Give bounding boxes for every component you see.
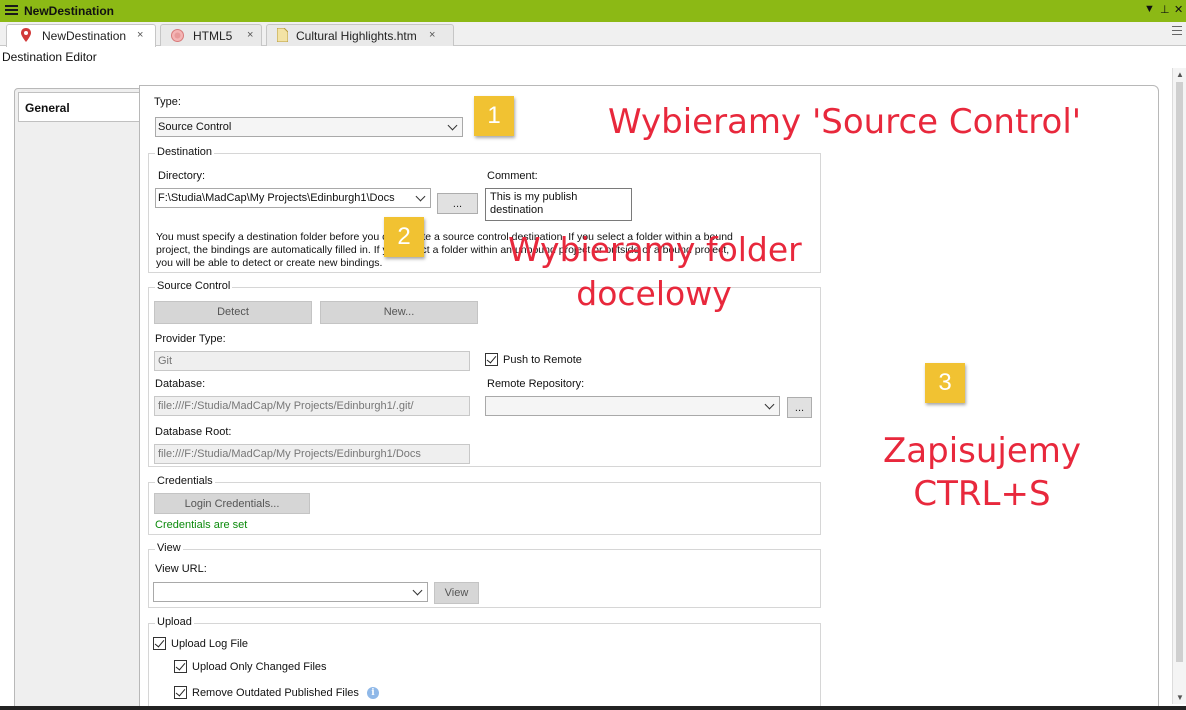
detect-button[interactable]: Detect (154, 301, 312, 324)
window-title: NewDestination (24, 4, 115, 18)
annotation-step-3-line: Zapisujemy (882, 431, 1082, 471)
remove-outdated-checkbox[interactable] (174, 686, 187, 699)
annotation-step-1: Wybieramy 'Source Control' (608, 102, 1082, 142)
database-label: Database: (155, 378, 206, 390)
tab-list-icon[interactable] (1172, 26, 1182, 40)
push-to-remote-checkbox[interactable] (485, 353, 498, 366)
tab-close-icon[interactable]: × (429, 29, 435, 41)
annotation-step-3: Zapisujemy CTRL+S (880, 430, 1084, 516)
hamburger-menu-icon[interactable] (5, 5, 18, 16)
push-to-remote-label: Push to Remote (503, 354, 582, 366)
provider-type-field: Git (154, 351, 470, 371)
comment-label: Comment: (487, 170, 538, 182)
view-url-select[interactable] (153, 582, 428, 602)
tab-close-icon[interactable]: × (247, 29, 253, 41)
scrollbar-thumb[interactable] (1176, 82, 1183, 662)
target-icon (171, 29, 184, 42)
scroll-down-icon[interactable]: ▼ (1176, 693, 1184, 702)
map-pin-icon (21, 28, 31, 42)
type-label: Type: (154, 96, 181, 108)
document-tab-strip: NewDestination × HTML5 × Cultural Highli… (0, 22, 1186, 47)
tab-cultural-highlights[interactable]: Cultural Highlights.htm × (266, 24, 454, 46)
source-control-group-title: Source Control (155, 280, 233, 292)
tab-close-icon[interactable]: × (137, 29, 143, 41)
remove-outdated-label: Remove Outdated Published Files (192, 687, 359, 699)
chevron-down-icon (447, 120, 458, 131)
annotation-step-2-line: docelowy (576, 274, 732, 313)
scroll-up-icon[interactable]: ▲ (1176, 70, 1184, 79)
provider-type-value: Git (158, 355, 173, 367)
tab-general-label: General (25, 101, 70, 115)
remote-repository-select[interactable] (485, 396, 780, 416)
view-button[interactable]: View (434, 582, 479, 604)
credentials-group-title: Credentials (155, 475, 215, 487)
database-value: file:///F:/Studia/MadCap/My Projects/Edi… (158, 400, 414, 412)
bottom-border (0, 706, 1186, 710)
side-tab-panel (14, 88, 140, 708)
annotation-step-2-line: Wybieramy folder (508, 230, 802, 269)
tab-newdestination[interactable]: NewDestination × (6, 24, 156, 47)
annotation-step-2: Wybieramy folder docelowy (508, 228, 802, 316)
database-field: file:///F:/Studia/MadCap/My Projects/Edi… (154, 396, 470, 416)
upload-log-checkbox[interactable] (153, 637, 166, 650)
view-group-title: View (155, 542, 183, 554)
upload-log-label: Upload Log File (171, 638, 249, 650)
browse-remote-button[interactable]: ... (787, 397, 812, 418)
comment-input[interactable]: This is my publish destination (485, 188, 632, 221)
vertical-scrollbar[interactable]: ▲ ▼ (1172, 68, 1186, 704)
destination-group-title: Destination (155, 146, 215, 158)
tab-html5[interactable]: HTML5 × (160, 24, 262, 46)
directory-select-value: F:\Studia\MadCap\My Projects\Edinburgh1\… (158, 192, 395, 204)
step-badge-1: 1 (474, 96, 514, 136)
provider-type-label: Provider Type: (155, 333, 226, 345)
remote-repository-label: Remote Repository: (487, 378, 585, 390)
view-url-label: View URL: (155, 563, 207, 575)
database-root-field: file:///F:/Studia/MadCap/My Projects/Edi… (154, 444, 470, 464)
type-select[interactable]: Source Control (155, 117, 463, 137)
annotation-step-3-line: CTRL+S (913, 474, 1051, 514)
title-bar: NewDestination ▼ ⊥ ✕ (0, 0, 1186, 22)
login-credentials-button[interactable]: Login Credentials... (154, 493, 310, 514)
pin-icon[interactable]: ⊥ (1160, 3, 1170, 16)
directory-label: Directory: (158, 170, 206, 182)
browse-directory-button[interactable]: ... (437, 193, 478, 214)
chevron-down-icon (764, 399, 775, 410)
upload-changed-label: Upload Only Changed Files (192, 661, 327, 673)
chevron-down-icon (415, 191, 426, 202)
tab-label: HTML5 (193, 29, 233, 43)
chevron-down-icon (412, 585, 423, 596)
upload-changed-checkbox[interactable] (174, 660, 187, 673)
upload-group-title: Upload (155, 616, 194, 628)
tab-label: Cultural Highlights.htm (296, 29, 417, 43)
tab-general[interactable]: General (18, 92, 140, 122)
step-badge-2: 2 (384, 217, 424, 257)
close-icon[interactable]: ✕ (1174, 3, 1183, 16)
info-icon[interactable]: i (367, 687, 379, 699)
database-root-value: file:///F:/Studia/MadCap/My Projects/Edi… (158, 448, 421, 460)
directory-select[interactable]: F:\Studia\MadCap\My Projects\Edinburgh1\… (155, 188, 431, 208)
editor-title: Destination Editor (2, 50, 97, 64)
step-badge-3: 3 (925, 363, 965, 403)
type-select-value: Source Control (158, 121, 232, 133)
document-icon (277, 28, 288, 42)
database-root-label: Database Root: (155, 426, 232, 438)
tab-label: NewDestination (42, 29, 127, 43)
credentials-status: Credentials are set (155, 519, 248, 531)
new-binding-button[interactable]: New... (320, 301, 478, 324)
dropdown-arrow-icon[interactable]: ▼ (1144, 3, 1155, 15)
